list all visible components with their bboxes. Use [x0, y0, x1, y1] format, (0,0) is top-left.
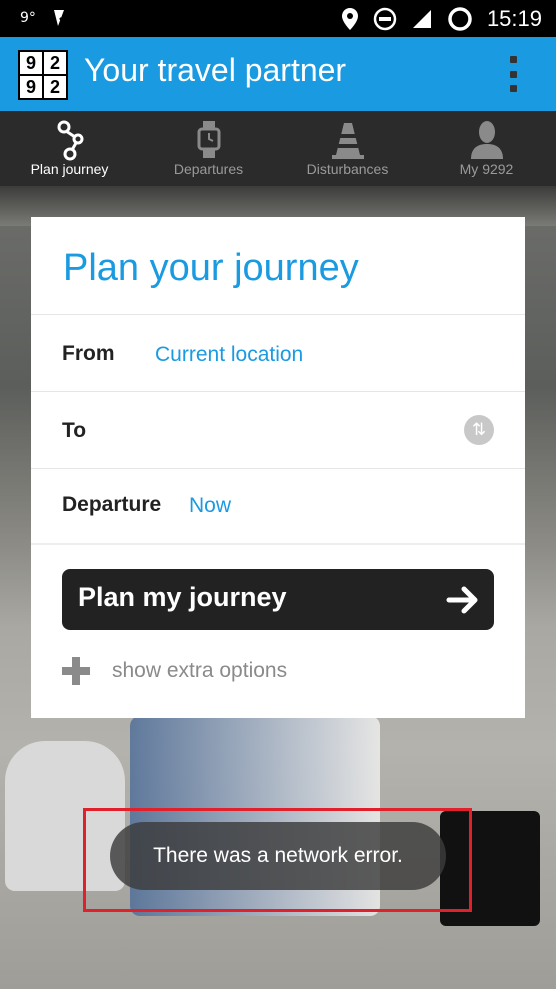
sync-icon: [448, 7, 472, 31]
status-bar: 9° 15:19: [0, 0, 556, 37]
tab-plan-journey[interactable]: Plan journey: [0, 111, 139, 186]
tab-label: Departures: [173, 161, 244, 177]
extra-options-label: show extra options: [112, 659, 288, 682]
plan-my-journey-button[interactable]: Plan my journey: [62, 569, 494, 630]
plus-icon: [62, 657, 90, 685]
tab-label: Disturbances: [306, 161, 389, 177]
clock: 15:19: [486, 6, 542, 31]
tab-my-9292[interactable]: My 9292: [417, 111, 556, 186]
cone-icon: [331, 123, 364, 159]
tab-disturbances[interactable]: Disturbances: [278, 111, 417, 186]
temperature-indicator: 9°: [20, 10, 36, 26]
annotation-highlight-box: [83, 808, 472, 912]
divider: [31, 543, 525, 545]
tab-label: My 9292: [459, 161, 514, 177]
person-icon: [470, 121, 503, 159]
departure-label: Departure: [62, 493, 162, 516]
overflow-menu-icon[interactable]: [508, 56, 518, 92]
watch-icon: [197, 121, 220, 158]
notification-check-icon: [53, 10, 73, 26]
swap-icon[interactable]: ⇅: [464, 415, 494, 445]
tab-label: Plan journey: [30, 161, 109, 177]
app-title: Your travel partner: [84, 52, 347, 88]
show-extra-options[interactable]: show extra options: [62, 657, 287, 685]
signal-icon: [412, 10, 431, 28]
app-logo: 9 2 9 2: [18, 50, 68, 100]
do-not-disturb-icon: [373, 7, 397, 31]
journey-icon: [57, 120, 83, 161]
plan-button-label: Plan my journey: [78, 582, 287, 612]
arrow-right-icon: [446, 586, 478, 614]
card-heading: Plan your journey: [63, 247, 359, 289]
from-value[interactable]: Current location: [155, 343, 303, 367]
plan-journey-card: Plan your journey From Current location …: [31, 217, 525, 718]
from-label: From: [62, 342, 115, 365]
from-row[interactable]: From Current location: [31, 314, 525, 392]
to-label: To: [62, 419, 87, 442]
departure-row[interactable]: Departure Now: [31, 468, 525, 544]
tab-bar: Plan journey Departures Disturbances My …: [0, 111, 556, 186]
location-icon: [341, 8, 358, 30]
tab-departures[interactable]: Departures: [139, 111, 278, 186]
to-row[interactable]: To ⇅: [31, 391, 525, 469]
departure-value[interactable]: Now: [189, 494, 231, 518]
